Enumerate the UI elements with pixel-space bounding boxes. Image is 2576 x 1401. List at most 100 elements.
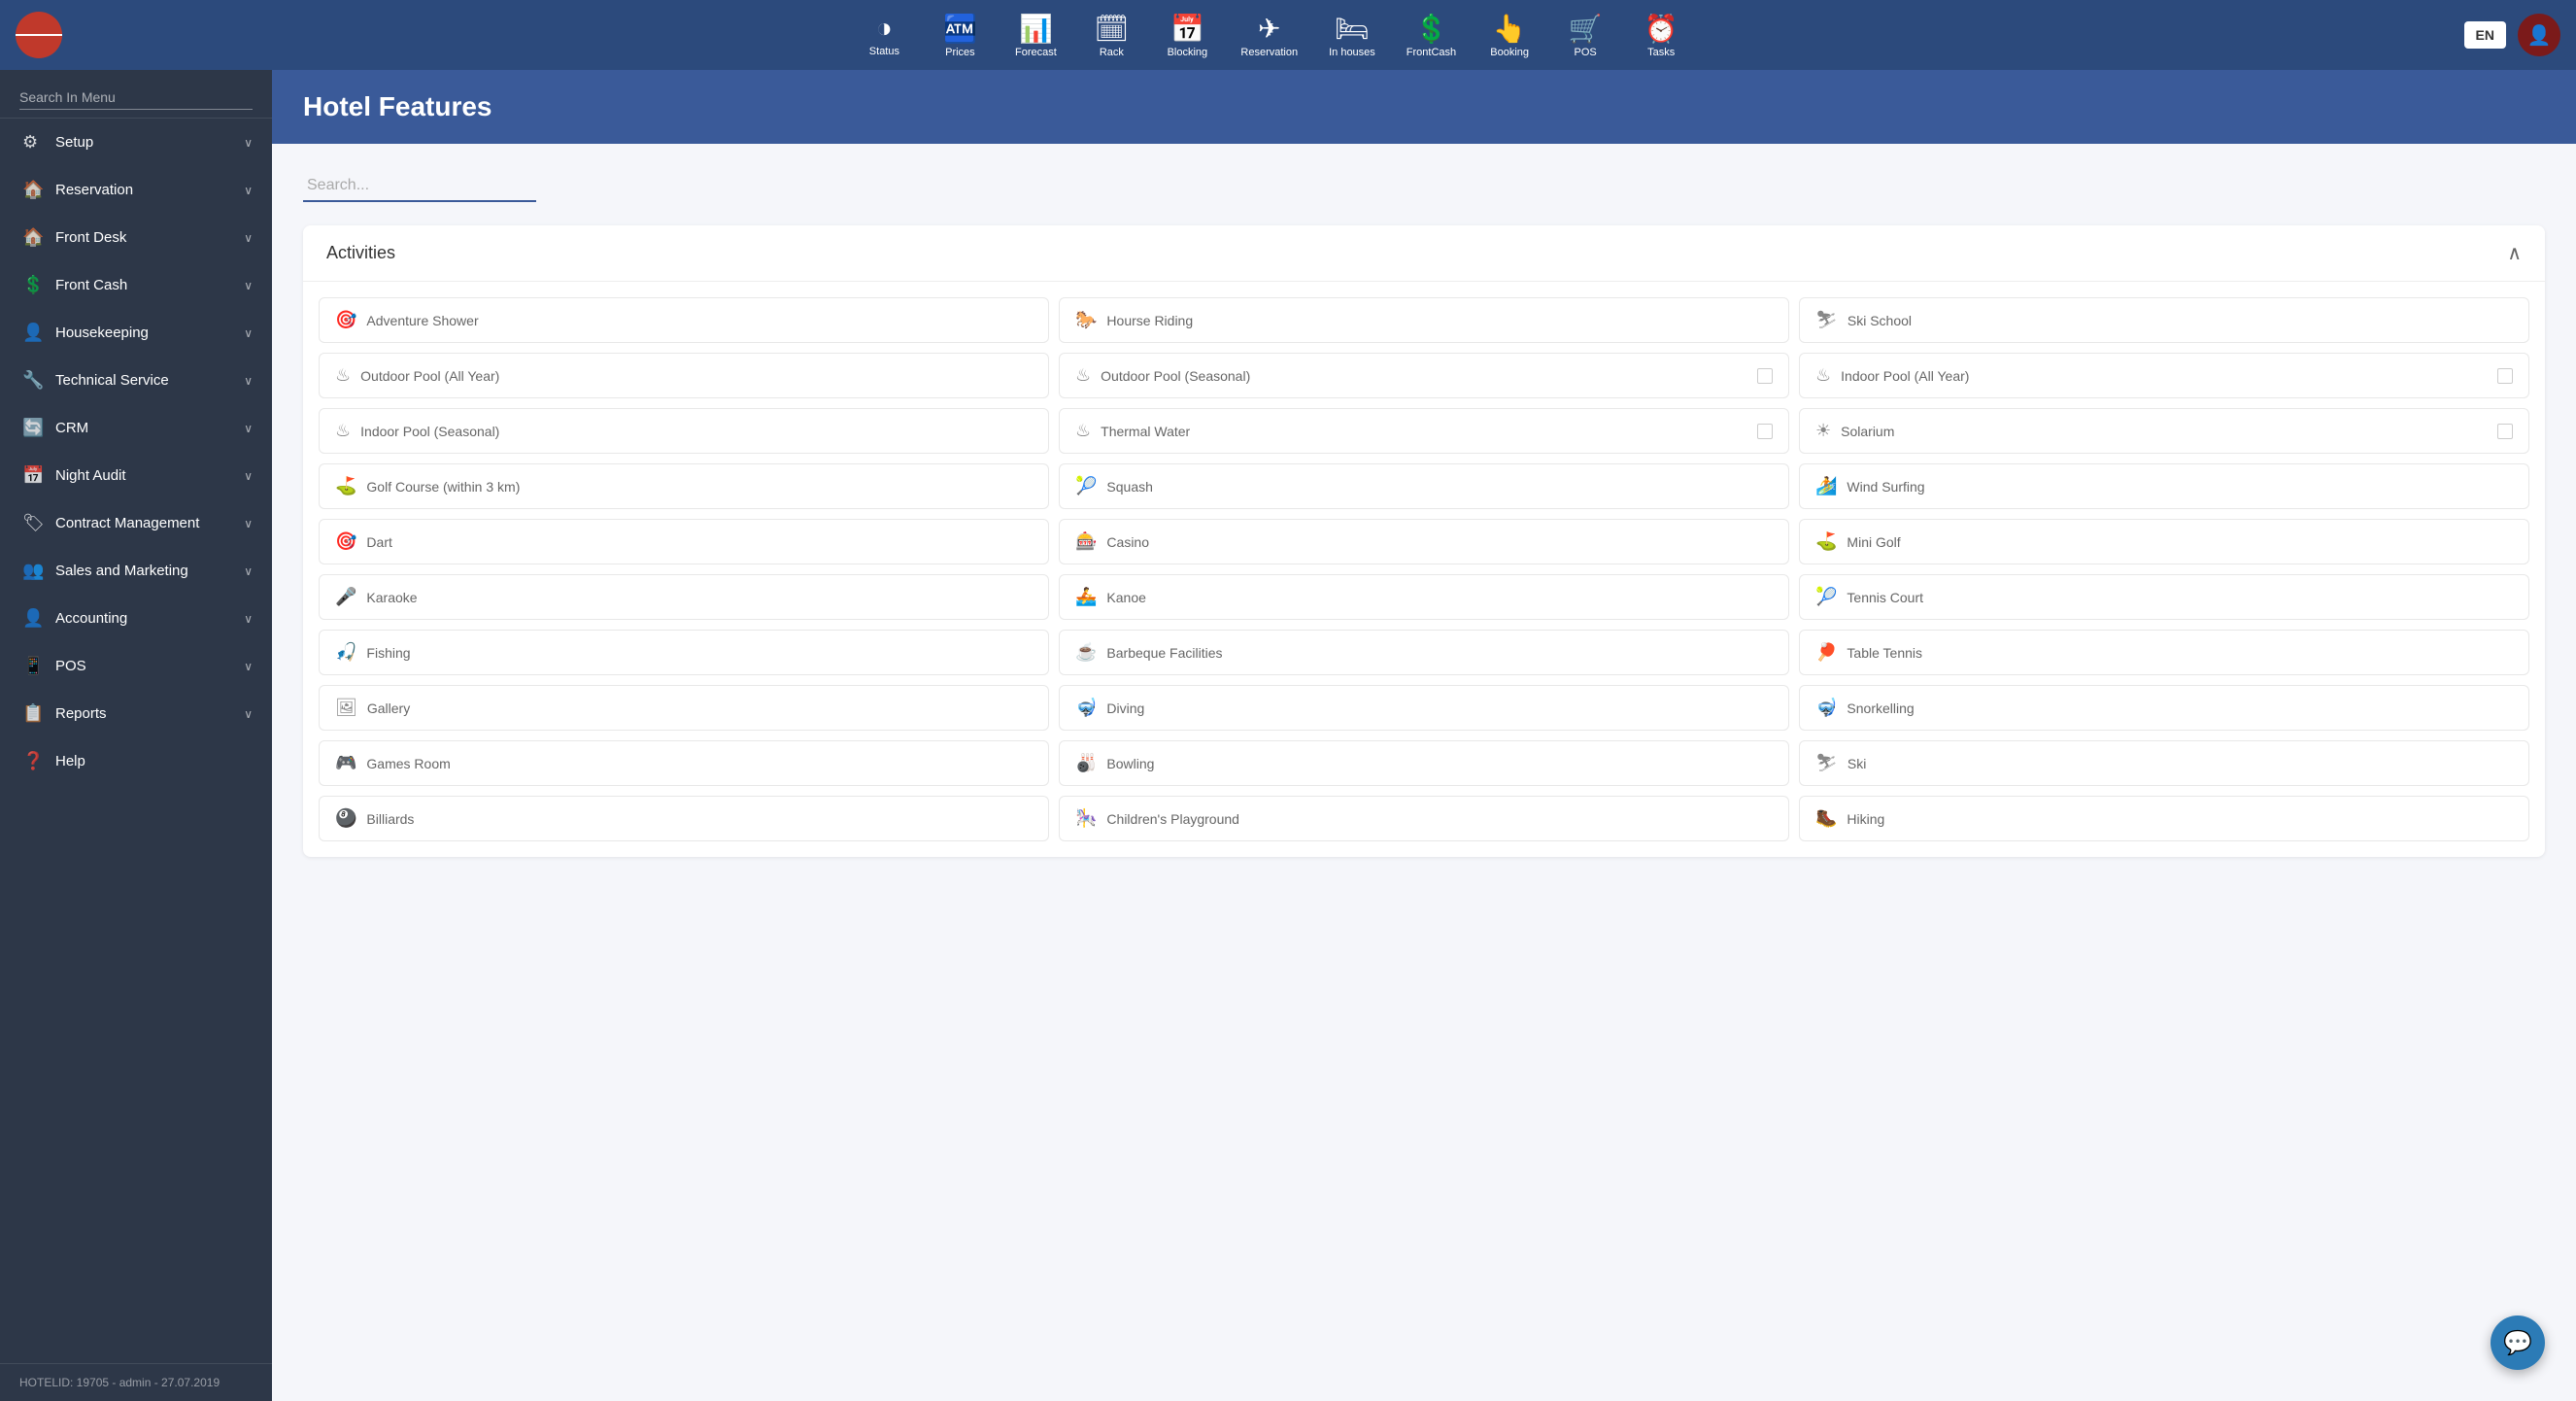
feature-item-billiards[interactable]: 🎱 Billiards	[319, 796, 1049, 841]
feature-item-dart[interactable]: 🎯 Dart	[319, 519, 1049, 564]
feature-item-snorkelling[interactable]: 🤿 Snorkelling	[1799, 685, 2529, 731]
nav-item-frontcash[interactable]: 💲FrontCash	[1395, 7, 1468, 64]
feature-item-squash[interactable]: 🎾 Squash	[1059, 463, 1789, 509]
nav-item-booking[interactable]: 👆Booking	[1475, 7, 1543, 64]
sidebar-item-pos[interactable]: 📱 POS ∨	[0, 642, 272, 690]
accounting-arrow-icon: ∨	[244, 612, 253, 626]
feature-item-bowling[interactable]: 🎳 Bowling	[1059, 740, 1789, 786]
sidebar-item-reservation[interactable]: 🏠 Reservation ∨	[0, 166, 272, 214]
sidebar-item-help[interactable]: ❓ Help	[0, 737, 272, 785]
fishing-icon: 🎣	[335, 642, 356, 663]
nav-item-forecast[interactable]: 📊Forecast	[1001, 7, 1069, 64]
rack-label: Rack	[1100, 47, 1124, 58]
nav-item-pos[interactable]: 🛒POS	[1551, 7, 1619, 64]
feature-item-outdoor-pool-year[interactable]: ♨ Outdoor Pool (All Year)	[319, 353, 1049, 398]
activities-section: Activities ∧ 🎯 Adventure Shower 🐎 Hourse…	[303, 225, 2545, 857]
sidebar-search-input[interactable]	[19, 85, 253, 110]
setup-arrow-icon: ∨	[244, 136, 253, 150]
indoor-pool-year-checkbox[interactable]	[2497, 368, 2513, 384]
feature-item-indoor-pool-seasonal[interactable]: ♨ Indoor Pool (Seasonal)	[319, 408, 1049, 454]
adventure-shower-label: Adventure Shower	[366, 313, 1033, 328]
feature-item-childrens-playground[interactable]: 🎠 Children's Playground	[1059, 796, 1789, 841]
nav-item-blocking[interactable]: 📅Blocking	[1153, 7, 1221, 64]
feature-item-fishing[interactable]: 🎣 Fishing	[319, 630, 1049, 675]
technicalservice-arrow-icon: ∨	[244, 374, 253, 388]
wind-surfing-label: Wind Surfing	[1847, 479, 2513, 495]
feature-item-karaoke[interactable]: 🎤 Karaoke	[319, 574, 1049, 620]
feature-item-kanoe[interactable]: 🚣 Kanoe	[1059, 574, 1789, 620]
feature-item-hiking[interactable]: 🥾 Hiking	[1799, 796, 2529, 841]
sidebar-item-salesmarketing[interactable]: 👥 Sales and Marketing ∨	[0, 547, 272, 595]
hiking-label: Hiking	[1847, 811, 2513, 827]
nav-item-tasks[interactable]: ⏰Tasks	[1627, 7, 1695, 64]
diving-icon: 🤿	[1075, 698, 1097, 718]
reservation-sidebar-label: Reservation	[55, 182, 244, 198]
sidebar-item-accounting[interactable]: 👤 Accounting ∨	[0, 595, 272, 642]
solarium-checkbox[interactable]	[2497, 424, 2513, 439]
sidebar-item-crm[interactable]: 🔄 CRM ∨	[0, 404, 272, 452]
feature-item-casino[interactable]: 🎰 Casino	[1059, 519, 1789, 564]
collapse-button[interactable]: ∧	[2507, 241, 2522, 265]
sidebar-item-setup[interactable]: ⚙ Setup ∨	[0, 119, 272, 166]
feature-item-indoor-pool-year[interactable]: ♨ Indoor Pool (All Year)	[1799, 353, 2529, 398]
accounting-sidebar-icon: 👤	[22, 608, 48, 629]
bowling-icon: 🎳	[1075, 753, 1097, 773]
inhouses-label: In houses	[1329, 47, 1375, 58]
sidebar-item-housekeeping[interactable]: 👤 Housekeeping ∨	[0, 309, 272, 357]
sidebar-item-nightaudit[interactable]: 📅 Night Audit ∨	[0, 452, 272, 499]
feature-item-hourse-riding[interactable]: 🐎 Hourse Riding	[1059, 297, 1789, 343]
solarium-label: Solarium	[1841, 424, 2488, 439]
sidebar-item-contractmanagement[interactable]: 🏷 Contract Management ∨	[0, 499, 272, 547]
reservation-label: Reservation	[1240, 47, 1298, 58]
sidebar-items: ⚙ Setup ∨ 🏠 Reservation ∨ 🏠 Front Desk ∨…	[0, 119, 272, 1363]
section-title: Activities	[326, 243, 395, 263]
ski-school-icon: ⛷	[1815, 310, 1838, 330]
contractmanagement-arrow-icon: ∨	[244, 517, 253, 530]
thermal-water-checkbox[interactable]	[1757, 424, 1773, 439]
nav-item-prices[interactable]: 🏧Prices	[926, 7, 994, 64]
feature-item-ski[interactable]: ⛷ Ski	[1799, 740, 2529, 786]
nav-item-inhouses[interactable]: 🛏In houses	[1317, 7, 1387, 64]
help-sidebar-label: Help	[55, 753, 253, 769]
feature-item-games-room[interactable]: 🎮 Games Room	[319, 740, 1049, 786]
rack-icon: 🗓	[1095, 13, 1130, 45]
feature-item-adventure-shower[interactable]: 🎯 Adventure Shower	[319, 297, 1049, 343]
language-button[interactable]: EN	[2464, 21, 2506, 49]
sidebar-item-technicalservice[interactable]: 🔧 Technical Service ∨	[0, 357, 272, 404]
feature-item-golf-course[interactable]: ⛳ Golf Course (within 3 km)	[319, 463, 1049, 509]
feature-item-gallery[interactable]: 🖼 Gallery	[319, 685, 1049, 731]
games-room-label: Games Room	[366, 756, 1033, 771]
outdoor-pool-seasonal-checkbox[interactable]	[1757, 368, 1773, 384]
reports-sidebar-icon: 📋	[22, 703, 48, 724]
feature-item-mini-golf[interactable]: ⛳ Mini Golf	[1799, 519, 2529, 564]
indoor-pool-year-icon: ♨	[1815, 365, 1831, 386]
feature-item-thermal-water[interactable]: ♨ Thermal Water	[1059, 408, 1789, 454]
outdoor-pool-year-label: Outdoor Pool (All Year)	[360, 368, 1033, 384]
ski-school-label: Ski School	[1847, 313, 2513, 328]
sidebar-item-frontcash[interactable]: 💲 Front Cash ∨	[0, 261, 272, 309]
feature-search-input[interactable]	[303, 171, 536, 202]
nav-item-status[interactable]: ◑Status	[850, 7, 918, 63]
user-avatar[interactable]: 👤	[2518, 14, 2560, 56]
feature-item-wind-surfing[interactable]: 🏄 Wind Surfing	[1799, 463, 2529, 509]
feature-item-diving[interactable]: 🤿 Diving	[1059, 685, 1789, 731]
outdoor-pool-seasonal-icon: ♨	[1075, 365, 1091, 386]
feature-item-barbeque-facilities[interactable]: ☕ Barbeque Facilities	[1059, 630, 1789, 675]
nav-item-reservation[interactable]: ✈Reservation	[1229, 7, 1309, 64]
main-content: Hotel Features Activities ∧ 🎯 Adventure …	[272, 70, 2576, 1401]
feature-item-solarium[interactable]: ☀ Solarium	[1799, 408, 2529, 454]
nightaudit-sidebar-label: Night Audit	[55, 467, 244, 484]
feature-item-table-tennis[interactable]: 🏓 Table Tennis	[1799, 630, 2529, 675]
billiards-label: Billiards	[366, 811, 1033, 827]
sidebar-item-frontdesk[interactable]: 🏠 Front Desk ∨	[0, 214, 272, 261]
feature-item-outdoor-pool-seasonal[interactable]: ♨ Outdoor Pool (Seasonal)	[1059, 353, 1789, 398]
nav-item-rack[interactable]: 🗓 Rack	[1077, 7, 1145, 64]
adventure-shower-icon: 🎯	[335, 310, 356, 330]
hamburger-button[interactable]	[16, 12, 62, 58]
frontcash-label: FrontCash	[1407, 47, 1456, 58]
sidebar-item-reports[interactable]: 📋 Reports ∨	[0, 690, 272, 737]
chat-fab-button[interactable]: 💬	[2491, 1316, 2545, 1370]
feature-item-ski-school[interactable]: ⛷ Ski School	[1799, 297, 2529, 343]
technicalservice-sidebar-label: Technical Service	[55, 372, 244, 389]
feature-item-tennis-court[interactable]: 🎾 Tennis Court	[1799, 574, 2529, 620]
